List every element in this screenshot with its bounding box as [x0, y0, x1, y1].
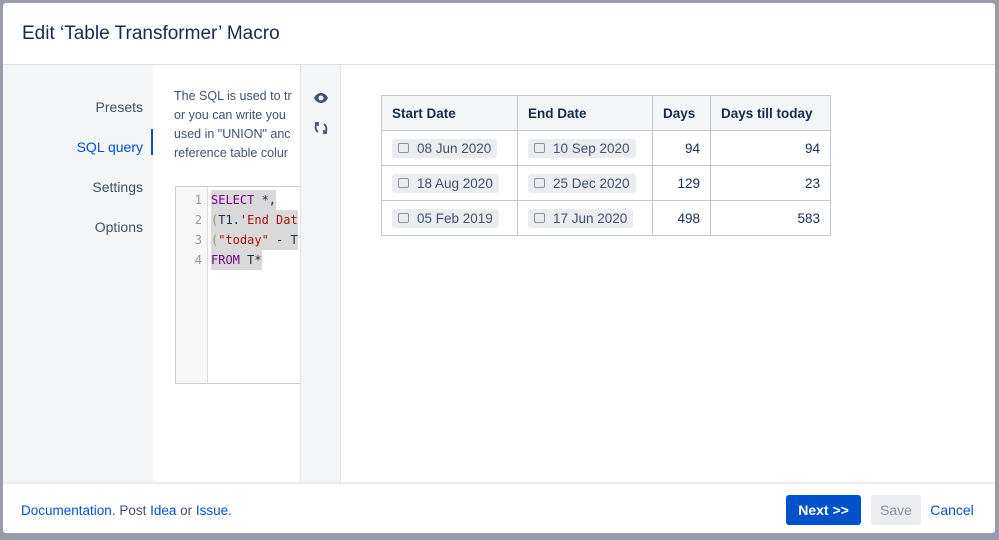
line-number: 4 [194, 253, 202, 267]
code-line: FROM T* [211, 250, 262, 270]
line-number: 3 [194, 233, 202, 247]
nav-item-options[interactable]: Options [95, 219, 143, 235]
date-text: 05 Feb 2019 [417, 210, 493, 226]
preview-panel: Start Date End Date Days Days till today… [342, 65, 995, 482]
sql-editor[interactable]: 1 2 3 4 SELECT *, (T1.'End Dat ("today" … [175, 186, 300, 384]
date-lozenge: 05 Feb 2019 [392, 208, 499, 228]
sql-description: The SQL is used to tr or you can write y… [174, 87, 300, 163]
idea-link[interactable]: Idea [150, 503, 176, 518]
table-cell: 05 Feb 2019 [381, 200, 518, 236]
date-lozenge: 17 Jun 2020 [528, 208, 634, 228]
calendar-icon [398, 178, 409, 188]
date-lozenge: 18 Aug 2020 [392, 173, 499, 193]
table-cell: 583 [710, 200, 831, 236]
table-row: 08 Jun 2020 10 Sep 2020 94 94 [381, 130, 831, 166]
desc-line: used in "UNION" anc [174, 127, 291, 141]
date-lozenge: 10 Sep 2020 [528, 138, 636, 158]
footer-text: or [176, 503, 196, 518]
nav-item-sql-query[interactable]: SQL query [77, 139, 143, 155]
nav-item-presets[interactable]: Presets [96, 99, 143, 115]
calendar-icon [398, 143, 409, 153]
table-cell: 08 Jun 2020 [381, 130, 518, 166]
date-text: 18 Aug 2020 [417, 175, 493, 191]
desc-line: The SQL is used to tr [174, 89, 292, 103]
edit-macro-dialog: Edit ‘Table Transformer’ Macro Presets S… [3, 3, 995, 533]
column-header: Days [652, 95, 711, 131]
refresh-icon[interactable] [313, 120, 329, 136]
table-row: 18 Aug 2020 25 Dec 2020 129 23 [381, 165, 831, 201]
column-header: Days till today [710, 95, 831, 131]
table-row: 05 Feb 2019 17 Jun 2020 498 583 [381, 200, 831, 236]
dialog-footer: Documentation. Post Idea or Issue. Next … [3, 482, 995, 533]
calendar-icon [534, 143, 545, 153]
date-lozenge: 08 Jun 2020 [392, 138, 498, 158]
preview-table: Start Date End Date Days Days till today… [381, 95, 831, 236]
documentation-link[interactable]: Documentation [21, 503, 112, 518]
desc-line: or you can write you [174, 108, 286, 122]
line-gutter: 1 2 3 4 [176, 187, 208, 383]
date-lozenge: 25 Dec 2020 [528, 173, 636, 193]
cancel-button[interactable]: Cancel [927, 495, 977, 525]
table-cell: 94 [710, 130, 831, 166]
date-text: 10 Sep 2020 [553, 140, 630, 156]
code-line: SELECT *, [211, 190, 277, 210]
calendar-icon [534, 213, 545, 223]
code-token: SELECT [211, 193, 255, 207]
save-button[interactable]: Save [871, 495, 921, 525]
code-line: ("today" - T [211, 230, 298, 250]
active-indicator [151, 129, 153, 155]
code-token: - T [268, 233, 298, 247]
footer-links: Documentation. Post Idea or Issue. [21, 503, 232, 518]
date-text: 17 Jun 2020 [553, 210, 628, 226]
code-token: FROM [211, 253, 240, 267]
code-token: "today" [218, 233, 269, 247]
code-token: T* [239, 253, 262, 267]
nav-item-settings[interactable]: Settings [92, 179, 143, 195]
table-cell: 10 Sep 2020 [517, 130, 653, 166]
sidebar-nav: Presets SQL query Settings Options [3, 65, 153, 482]
footer-period: . [228, 503, 232, 518]
footer-text: . Post [111, 503, 151, 518]
preview-toolbar [300, 65, 341, 482]
date-text: 08 Jun 2020 [417, 140, 492, 156]
issue-link[interactable]: Issue [196, 503, 228, 518]
code-token: 'End Dat [239, 213, 298, 227]
column-header: End Date [517, 95, 653, 131]
table-cell: 23 [710, 165, 831, 201]
table-cell: 18 Aug 2020 [381, 165, 518, 201]
dialog-title: Edit ‘Table Transformer’ Macro [22, 23, 280, 44]
line-number: 2 [194, 213, 202, 227]
sql-panel: The SQL is used to tr or you can write y… [155, 65, 300, 482]
column-header: Start Date [381, 95, 518, 131]
table-cell: 129 [652, 165, 711, 201]
date-text: 25 Dec 2020 [553, 175, 630, 191]
table-cell: 25 Dec 2020 [517, 165, 653, 201]
desc-line: reference table colur [174, 146, 288, 160]
calendar-icon [398, 213, 409, 223]
table-cell: 94 [652, 130, 711, 166]
table-cell: 17 Jun 2020 [517, 200, 653, 236]
code-token: T1. [218, 213, 240, 227]
table-header-row: Start Date End Date Days Days till today [381, 95, 831, 131]
table-cell: 498 [652, 200, 711, 236]
eye-icon[interactable] [313, 90, 329, 106]
calendar-icon [534, 178, 545, 188]
code-token: *, [254, 193, 277, 207]
next-button[interactable]: Next >> [786, 495, 861, 525]
dialog-header: Edit ‘Table Transformer’ Macro [3, 3, 995, 65]
line-number: 1 [194, 193, 202, 207]
code-line: (T1.'End Dat [211, 210, 298, 230]
